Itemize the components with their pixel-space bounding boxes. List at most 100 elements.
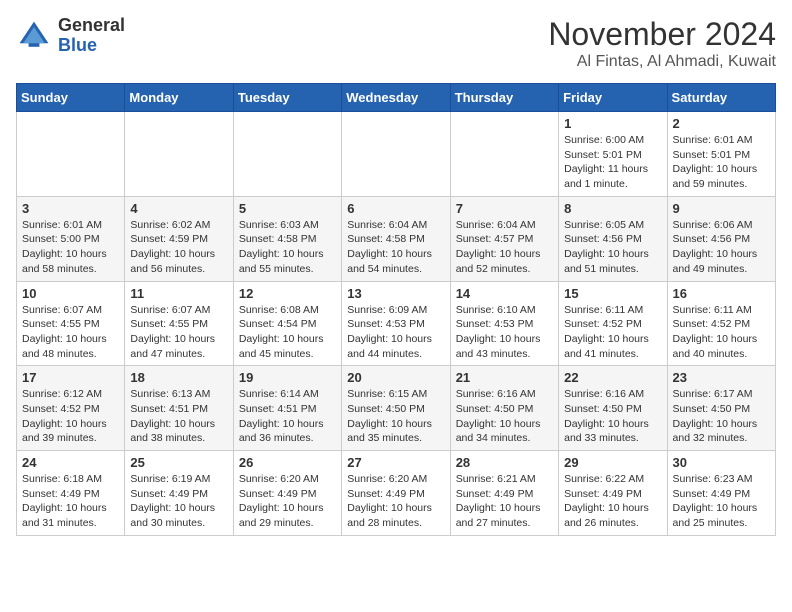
month-year: November 2024 <box>548 16 776 53</box>
day-number: 26 <box>239 455 336 470</box>
weekday-header-thursday: Thursday <box>450 84 558 112</box>
day-number: 4 <box>130 201 227 216</box>
week-row-4: 17Sunrise: 6:12 AM Sunset: 4:52 PM Dayli… <box>17 366 776 451</box>
day-cell: 14 Sunrise: 6:10 AM Sunset: 4:53 PM Dayli… <box>450 281 558 366</box>
weekday-header-sunday: Sunday <box>17 84 125 112</box>
day-number: 27 <box>347 455 444 470</box>
day-number: 12 <box>239 286 336 301</box>
day-info: Sunrise: 6:18 AM Sunset: 4:49 PM Dayligh… <box>22 472 119 531</box>
day-cell <box>342 112 450 197</box>
calendar-body: 1 Sunrise: 6:00 AM Sunset: 5:01 PM Daylig… <box>17 112 776 536</box>
weekday-header-saturday: Saturday <box>667 84 775 112</box>
day-cell: 12 Sunrise: 6:08 AM Sunset: 4:54 PM Dayli… <box>233 281 341 366</box>
day-cell <box>17 112 125 197</box>
calendar: SundayMondayTuesdayWednesdayThursdayFrid… <box>16 83 776 536</box>
day-info: Sunrise: 6:04 AM Sunset: 4:57 PM Dayligh… <box>456 218 553 277</box>
day-cell: 27 Sunrise: 6:20 AM Sunset: 4:49 PM Dayli… <box>342 451 450 536</box>
day-info: Sunrise: 6:01 AM Sunset: 5:00 PM Dayligh… <box>22 218 119 277</box>
day-cell: 22 Sunrise: 6:16 AM Sunset: 4:50 PM Dayli… <box>559 366 667 451</box>
weekday-header-monday: Monday <box>125 84 233 112</box>
day-cell: 13Sunrise: 6:09 AM Sunset: 4:53 PM Dayli… <box>342 281 450 366</box>
day-info: Sunrise: 6:02 AM Sunset: 4:59 PM Dayligh… <box>130 218 227 277</box>
day-cell <box>450 112 558 197</box>
week-row-5: 24 Sunrise: 6:18 AM Sunset: 4:49 PM Dayli… <box>17 451 776 536</box>
page-header: General Blue November 2024 Al Fintas, Al… <box>16 16 776 71</box>
day-cell: 7 Sunrise: 6:04 AM Sunset: 4:57 PM Daylig… <box>450 196 558 281</box>
day-cell: 18Sunrise: 6:13 AM Sunset: 4:51 PM Dayli… <box>125 366 233 451</box>
day-number: 25 <box>130 455 227 470</box>
day-cell: 1 Sunrise: 6:00 AM Sunset: 5:01 PM Daylig… <box>559 112 667 197</box>
day-cell: 25 Sunrise: 6:19 AM Sunset: 4:49 PM Dayli… <box>125 451 233 536</box>
day-info: Sunrise: 6:11 AM Sunset: 4:52 PM Dayligh… <box>564 303 661 362</box>
day-info: Sunrise: 6:11 AM Sunset: 4:52 PM Dayligh… <box>673 303 770 362</box>
day-number: 28 <box>456 455 553 470</box>
logo: General Blue <box>16 16 125 56</box>
day-info: Sunrise: 6:20 AM Sunset: 4:49 PM Dayligh… <box>347 472 444 531</box>
day-info: Sunrise: 6:10 AM Sunset: 4:53 PM Dayligh… <box>456 303 553 362</box>
day-number: 10 <box>22 286 119 301</box>
day-number: 23 <box>673 370 770 385</box>
day-info: Sunrise: 6:20 AM Sunset: 4:49 PM Dayligh… <box>239 472 336 531</box>
day-cell: 17Sunrise: 6:12 AM Sunset: 4:52 PM Dayli… <box>17 366 125 451</box>
day-info: Sunrise: 6:05 AM Sunset: 4:56 PM Dayligh… <box>564 218 661 277</box>
day-number: 7 <box>456 201 553 216</box>
day-info: Sunrise: 6:23 AM Sunset: 4:49 PM Dayligh… <box>673 472 770 531</box>
day-info: Sunrise: 6:07 AM Sunset: 4:55 PM Dayligh… <box>130 303 227 362</box>
day-cell: 16 Sunrise: 6:11 AM Sunset: 4:52 PM Dayli… <box>667 281 775 366</box>
day-cell: 2Sunrise: 6:01 AM Sunset: 5:01 PM Daylig… <box>667 112 775 197</box>
week-row-1: 1 Sunrise: 6:00 AM Sunset: 5:01 PM Daylig… <box>17 112 776 197</box>
day-info: Sunrise: 6:16 AM Sunset: 4:50 PM Dayligh… <box>456 387 553 446</box>
day-info: Sunrise: 6:16 AM Sunset: 4:50 PM Dayligh… <box>564 387 661 446</box>
day-cell: 4 Sunrise: 6:02 AM Sunset: 4:59 PM Daylig… <box>125 196 233 281</box>
day-info: Sunrise: 6:15 AM Sunset: 4:50 PM Dayligh… <box>347 387 444 446</box>
day-number: 16 <box>673 286 770 301</box>
day-info: Sunrise: 6:06 AM Sunset: 4:56 PM Dayligh… <box>673 218 770 277</box>
day-cell: 20 Sunrise: 6:15 AM Sunset: 4:50 PM Dayli… <box>342 366 450 451</box>
location: Al Fintas, Al Ahmadi, Kuwait <box>548 53 776 71</box>
day-number: 5 <box>239 201 336 216</box>
day-info: Sunrise: 6:04 AM Sunset: 4:58 PM Dayligh… <box>347 218 444 277</box>
day-cell: 11 Sunrise: 6:07 AM Sunset: 4:55 PM Dayli… <box>125 281 233 366</box>
calendar-header: SundayMondayTuesdayWednesdayThursdayFrid… <box>17 84 776 112</box>
day-cell: 5Sunrise: 6:03 AM Sunset: 4:58 PM Daylig… <box>233 196 341 281</box>
day-info: Sunrise: 6:19 AM Sunset: 4:49 PM Dayligh… <box>130 472 227 531</box>
day-info: Sunrise: 6:08 AM Sunset: 4:54 PM Dayligh… <box>239 303 336 362</box>
day-number: 19 <box>239 370 336 385</box>
day-number: 24 <box>22 455 119 470</box>
logo-blue: Blue <box>58 35 97 55</box>
day-cell: 24 Sunrise: 6:18 AM Sunset: 4:49 PM Dayli… <box>17 451 125 536</box>
weekday-row: SundayMondayTuesdayWednesdayThursdayFrid… <box>17 84 776 112</box>
day-info: Sunrise: 6:17 AM Sunset: 4:50 PM Dayligh… <box>673 387 770 446</box>
day-cell: 26 Sunrise: 6:20 AM Sunset: 4:49 PM Dayli… <box>233 451 341 536</box>
day-number: 14 <box>456 286 553 301</box>
day-cell: 9 Sunrise: 6:06 AM Sunset: 4:56 PM Daylig… <box>667 196 775 281</box>
day-cell: 19Sunrise: 6:14 AM Sunset: 4:51 PM Dayli… <box>233 366 341 451</box>
weekday-header-wednesday: Wednesday <box>342 84 450 112</box>
day-number: 9 <box>673 201 770 216</box>
day-cell: 30 Sunrise: 6:23 AM Sunset: 4:49 PM Dayli… <box>667 451 775 536</box>
day-number: 22 <box>564 370 661 385</box>
day-cell: 21Sunrise: 6:16 AM Sunset: 4:50 PM Dayli… <box>450 366 558 451</box>
logo-text: General Blue <box>58 16 125 56</box>
logo-icon <box>16 18 52 54</box>
weekday-header-tuesday: Tuesday <box>233 84 341 112</box>
title-block: November 2024 Al Fintas, Al Ahmadi, Kuwa… <box>548 16 776 71</box>
day-info: Sunrise: 6:07 AM Sunset: 4:55 PM Dayligh… <box>22 303 119 362</box>
day-cell: 15Sunrise: 6:11 AM Sunset: 4:52 PM Dayli… <box>559 281 667 366</box>
day-cell: 3Sunrise: 6:01 AM Sunset: 5:00 PM Daylig… <box>17 196 125 281</box>
day-number: 18 <box>130 370 227 385</box>
day-cell: 23 Sunrise: 6:17 AM Sunset: 4:50 PM Dayli… <box>667 366 775 451</box>
day-number: 20 <box>347 370 444 385</box>
day-cell: 10 Sunrise: 6:07 AM Sunset: 4:55 PM Dayli… <box>17 281 125 366</box>
day-info: Sunrise: 6:21 AM Sunset: 4:49 PM Dayligh… <box>456 472 553 531</box>
day-cell: 6Sunrise: 6:04 AM Sunset: 4:58 PM Daylig… <box>342 196 450 281</box>
day-number: 30 <box>673 455 770 470</box>
day-info: Sunrise: 6:01 AM Sunset: 5:01 PM Dayligh… <box>673 133 770 192</box>
day-number: 11 <box>130 286 227 301</box>
day-info: Sunrise: 6:00 AM Sunset: 5:01 PM Dayligh… <box>564 133 661 192</box>
weekday-header-friday: Friday <box>559 84 667 112</box>
day-number: 1 <box>564 116 661 131</box>
day-cell <box>125 112 233 197</box>
day-info: Sunrise: 6:09 AM Sunset: 4:53 PM Dayligh… <box>347 303 444 362</box>
day-cell: 29Sunrise: 6:22 AM Sunset: 4:49 PM Dayli… <box>559 451 667 536</box>
